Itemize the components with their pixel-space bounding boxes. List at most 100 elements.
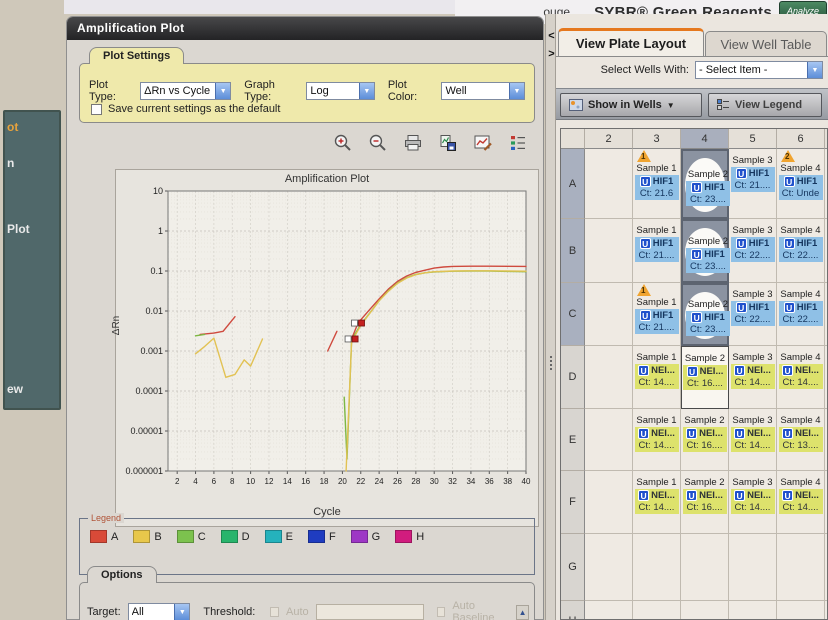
edit-graph-icon[interactable] [472, 133, 494, 153]
row-header-B[interactable]: B [561, 219, 585, 283]
well-C3[interactable]: 1 Sample 1 U HIF1 Ct: 21.... [633, 283, 681, 346]
expand-right-icon[interactable]: > [547, 48, 556, 60]
sidebar-item-Plot[interactable]: Plot [7, 222, 30, 236]
graph-type-select[interactable]: Log ▼ [306, 82, 375, 100]
auto-baseline-checkbox[interactable] [436, 607, 446, 617]
target-select[interactable]: All ▼ [127, 603, 191, 620]
well-F2[interactable] [585, 471, 633, 534]
well-D6[interactable]: Sample 4 U NEI... Ct: 14.... [777, 346, 825, 409]
well-A4[interactable]: Sample 2 U HIF1 Ct: 23.... [681, 149, 730, 219]
zoom-in-icon[interactable] [332, 133, 354, 153]
select-wells-dropdown[interactable]: - Select Item - ▼ [695, 61, 823, 79]
well-ct-value: Ct: 14.... [782, 377, 819, 388]
well-G3[interactable] [633, 534, 681, 601]
well-D5[interactable]: Sample 3 U NEI... Ct: 14.... [729, 346, 777, 409]
column-header-2[interactable]: 2 [585, 129, 633, 149]
well-B6[interactable]: Sample 4 U HIF1 Ct: 22.... [777, 219, 825, 283]
well-C4[interactable]: Sample 2 U HIF1 Ct: 23.... [681, 283, 730, 346]
well-D4[interactable]: Sample 2 U NEI... Ct: 16.... [681, 346, 729, 409]
well-D3[interactable]: Sample 1 U NEI... Ct: 14.... [633, 346, 681, 409]
well-G5[interactable] [729, 534, 777, 601]
chevron-down-icon[interactable]: ▼ [807, 62, 822, 78]
well-E2[interactable] [585, 409, 633, 471]
row-header-A[interactable]: A [561, 149, 585, 219]
legend-item-E: E [264, 530, 293, 543]
well-detector-name: HIF1 [748, 168, 770, 179]
well-B3[interactable]: Sample 1 U HIF1 Ct: 21.... [633, 219, 681, 283]
well-A3[interactable]: 1 Sample 1 U HIF1 Ct: 21.6 [633, 149, 681, 219]
sidebar-item-ot[interactable]: ot [7, 120, 18, 134]
well-H4[interactable] [681, 601, 729, 619]
show-in-wells-button[interactable]: Show in Wells ▼ [560, 93, 702, 117]
well-H5[interactable] [729, 601, 777, 619]
well-F5[interactable]: Sample 3 U NEI... Ct: 14.... [729, 471, 777, 534]
unknown-task-icon: U [782, 365, 794, 376]
well-H3[interactable] [633, 601, 681, 619]
panel-divider[interactable]: < > [545, 14, 556, 620]
tab-view-plate-layout[interactable]: View Plate Layout [558, 28, 704, 56]
left-sidebar: ot n Plot ew [0, 0, 64, 620]
legend-swatch [176, 530, 194, 543]
well-H2[interactable] [585, 601, 633, 619]
row-header-H[interactable]: H [561, 601, 585, 619]
legend-list-icon[interactable] [507, 133, 529, 153]
well-C6[interactable]: Sample 4 U HIF1 Ct: 22.... [777, 283, 825, 346]
tab-view-well-table[interactable]: View Well Table [705, 31, 827, 56]
well-G6[interactable] [777, 534, 825, 601]
row-header-D[interactable]: D [561, 346, 585, 409]
auto-threshold-checkbox[interactable] [270, 607, 280, 617]
amplification-chart[interactable]: 1010.10.010.0010.00010.000010.0000012 4 6 8… [116, 187, 540, 499]
sidebar-item-n[interactable]: n [7, 156, 14, 170]
well-F4[interactable]: Sample 2 U NEI... Ct: 16.... [681, 471, 729, 534]
row-header-G[interactable]: G [561, 534, 585, 601]
well-C2[interactable] [585, 283, 633, 346]
well-E4[interactable]: Sample 2 U NEI... Ct: 16.... [681, 409, 729, 471]
copy-plot-icon[interactable] [437, 133, 459, 153]
well-detector-name: NEI... [747, 428, 771, 439]
column-header-3[interactable]: 3 [633, 129, 681, 149]
well-A6[interactable]: 2 Sample 4 U HIF1 Ct: Unde [777, 149, 825, 219]
row-header-E[interactable]: E [561, 409, 585, 471]
sidebar-item-ew[interactable]: ew [7, 382, 23, 396]
collapse-left-icon[interactable]: < [547, 30, 556, 42]
options-tab[interactable]: Options [87, 566, 157, 583]
row-header-C[interactable]: C [561, 283, 585, 346]
column-header-4[interactable]: 4 [681, 129, 729, 149]
well-C5[interactable]: Sample 3 U HIF1 Ct: 22.... [729, 283, 777, 346]
well-H6[interactable] [777, 601, 825, 619]
splitter-handle-icon[interactable] [549, 356, 552, 372]
well-ct-value: Ct: 22.... [734, 314, 771, 325]
well-G4[interactable] [681, 534, 729, 601]
well-F3[interactable]: Sample 1 U NEI... Ct: 14.... [633, 471, 681, 534]
well-E3[interactable]: Sample 1 U NEI... Ct: 14.... [633, 409, 681, 471]
threshold-input[interactable] [315, 604, 424, 620]
well-B2[interactable] [585, 219, 633, 283]
chevron-down-icon[interactable]: ▼ [358, 83, 374, 99]
well-E6[interactable]: Sample 4 U NEI... Ct: 13.... [777, 409, 825, 471]
well-A2[interactable] [585, 149, 633, 219]
chevron-down-icon[interactable]: ▼ [215, 83, 231, 99]
well-B4[interactable]: Sample 2 U HIF1 Ct: 23.... [681, 219, 730, 283]
well-B5[interactable]: Sample 3 U HIF1 Ct: 22.... [729, 219, 777, 283]
well-E5[interactable]: Sample 3 U NEI... Ct: 14.... [729, 409, 777, 471]
well-A5[interactable]: Sample 3 U HIF1 Ct: 21.... [729, 149, 777, 219]
well-detector-chip: U HIF1 Ct: 23.... [686, 311, 730, 336]
plot-color-select[interactable]: Well ▼ [441, 82, 526, 100]
save-default-checkbox[interactable] [91, 103, 102, 115]
well-F6[interactable]: Sample 4 U NEI... Ct: 14.... [777, 471, 825, 534]
chevron-down-icon[interactable]: ▼ [174, 604, 190, 620]
unknown-task-icon: U [735, 302, 747, 313]
view-legend-button[interactable]: View Legend [708, 93, 822, 117]
print-icon[interactable] [402, 133, 424, 153]
plot-settings-tab[interactable]: Plot Settings [89, 47, 185, 64]
scroll-up-icon[interactable]: ▲ [516, 604, 529, 620]
row-header-F[interactable]: F [561, 471, 585, 534]
well-detector-chip: U HIF1 Ct: 21.... [634, 309, 679, 334]
column-header-5[interactable]: 5 [729, 129, 777, 149]
well-G2[interactable] [585, 534, 633, 601]
plot-type-select[interactable]: ΔRn vs Cycle ▼ [140, 82, 232, 100]
well-D2[interactable] [585, 346, 633, 409]
column-header-6[interactable]: 6 [777, 129, 825, 149]
zoom-out-icon[interactable] [367, 133, 389, 153]
chevron-down-icon[interactable]: ▼ [509, 83, 525, 99]
